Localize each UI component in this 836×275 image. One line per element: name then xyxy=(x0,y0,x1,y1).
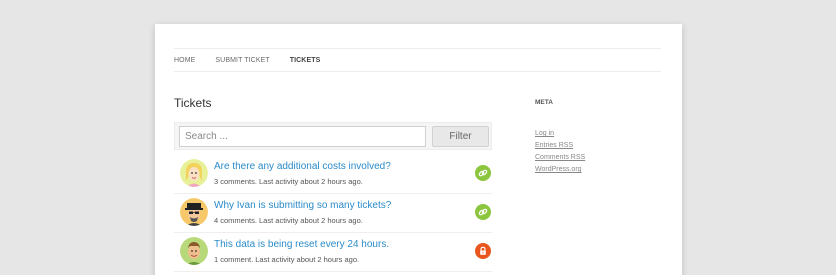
ticket-meta: 3 comments. Last activity about 2 hours … xyxy=(214,177,363,186)
ticket-meta: 4 comments. Last activity about 2 hours … xyxy=(214,216,363,225)
site-container: HOME SUBMIT TICKET TICKETS Tickets Filte… xyxy=(155,24,682,275)
search-input[interactable] xyxy=(179,126,426,147)
link-icon xyxy=(475,204,491,220)
ticket-title-link[interactable]: This data is being reset every 24 hours. xyxy=(214,239,389,250)
ticket-title-link[interactable]: Are there any additional costs involved? xyxy=(214,161,391,172)
ticket-item: This data is being reset every 24 hours.… xyxy=(174,233,492,272)
avatar xyxy=(180,159,208,187)
filter-button[interactable]: Filter xyxy=(432,126,489,147)
main-navigation: HOME SUBMIT TICKET TICKETS xyxy=(174,48,661,72)
nav-submit-ticket[interactable]: SUBMIT TICKET xyxy=(215,57,269,64)
lock-icon xyxy=(475,243,491,259)
link-icon xyxy=(475,165,491,181)
wordpress-org-link[interactable]: WordPress.org xyxy=(535,166,582,173)
ticket-meta: 1 comment. Last activity about 2 hours a… xyxy=(214,255,360,264)
sidebar-title: META xyxy=(535,99,553,106)
avatar xyxy=(180,237,208,265)
ticket-list: Are there any additional costs involved?… xyxy=(174,155,492,272)
nav-home[interactable]: HOME xyxy=(174,57,195,64)
page-title: Tickets xyxy=(174,96,212,110)
ticket-item: Why Ivan is submitting so many tickets? … xyxy=(174,194,492,233)
meta-links: Log in Entries RSS Comments RSS WordPres… xyxy=(535,122,585,173)
nav-tickets[interactable]: TICKETS xyxy=(290,57,321,64)
ticket-item: Are there any additional costs involved?… xyxy=(174,155,492,194)
ticket-title-link[interactable]: Why Ivan is submitting so many tickets? xyxy=(214,200,391,211)
avatar xyxy=(180,198,208,226)
search-bar: Filter xyxy=(174,122,492,150)
